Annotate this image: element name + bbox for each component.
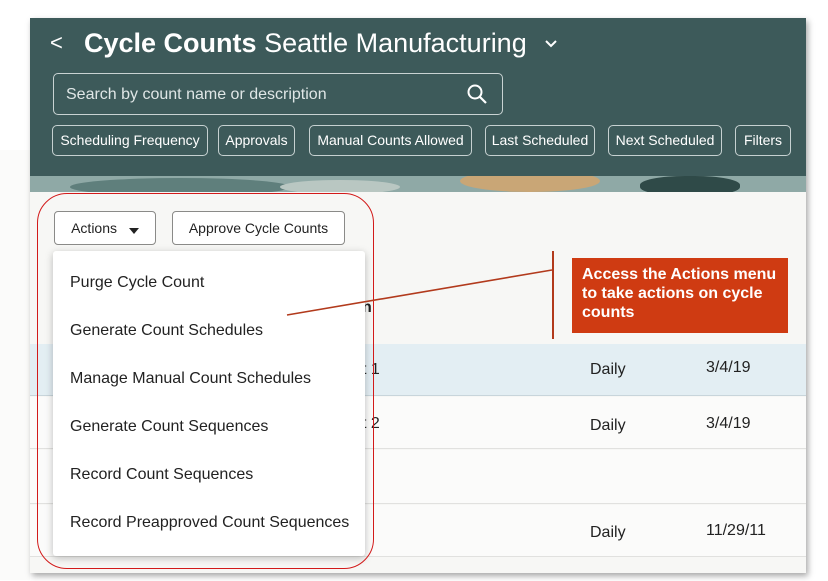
callout-box: Access the Actions menu to take actions … — [572, 258, 788, 333]
cell-date: 3/4/19 — [706, 359, 751, 376]
page-title: Cycle Counts Seattle Manufacturing — [84, 28, 558, 59]
org-selector-label[interactable]: Seattle Manufacturing — [264, 28, 527, 58]
cell-date: 11/29/11 — [706, 522, 766, 539]
cell-frequency: Daily — [590, 361, 626, 378]
filter-chip-filters[interactable]: Filters — [735, 125, 791, 156]
callout-divider — [552, 251, 554, 339]
search-box[interactable] — [53, 73, 503, 115]
filter-chip-approvals[interactable]: Approvals — [218, 125, 295, 156]
page-background — [0, 150, 30, 580]
filter-chip-scheduling-frequency[interactable]: Scheduling Frequency — [52, 125, 208, 156]
cell-date: 3/4/19 — [706, 415, 751, 432]
cell-frequency: Daily — [590, 524, 626, 541]
filter-chip-next-scheduled[interactable]: Next Scheduled — [608, 125, 722, 156]
highlight-outline — [37, 193, 374, 569]
chevron-down-icon[interactable] — [544, 36, 558, 54]
filter-chip-last-scheduled[interactable]: Last Scheduled — [485, 125, 595, 156]
title-bold: Cycle Counts — [84, 28, 257, 58]
back-button[interactable]: < — [50, 30, 63, 56]
cell-frequency: Daily — [590, 417, 626, 434]
search-icon[interactable] — [466, 83, 488, 110]
search-input[interactable] — [66, 85, 446, 105]
page-header: < Cycle Counts Seattle Manufacturing Sch… — [30, 18, 806, 180]
decorative-banner — [30, 176, 806, 192]
filter-chip-manual-counts-allowed[interactable]: Manual Counts Allowed — [309, 125, 472, 156]
